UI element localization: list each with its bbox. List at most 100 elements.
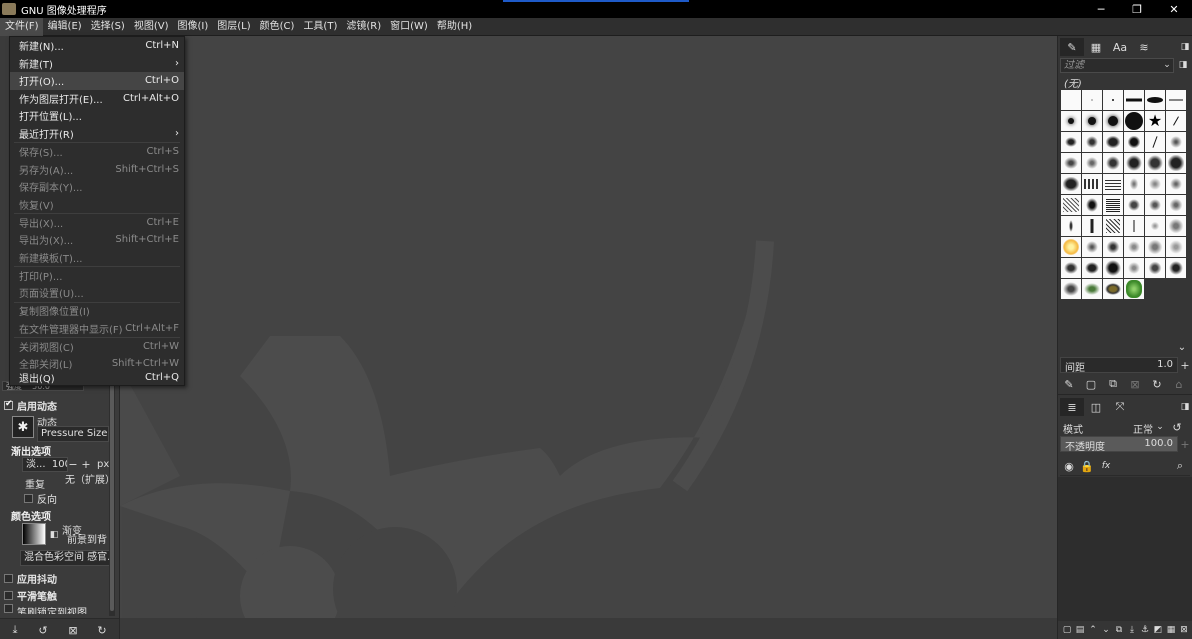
brush-thumb[interactable] xyxy=(1103,216,1123,236)
brush-thumb[interactable] xyxy=(1145,132,1165,152)
brush-thumb[interactable] xyxy=(1082,90,1102,110)
duplicate-brush-icon[interactable]: ⧉ xyxy=(1106,377,1120,391)
tool-options-scroll-thumb[interactable] xyxy=(110,381,114,611)
delete-layer-icon[interactable]: ⊠ xyxy=(1177,623,1191,637)
brush-thumb[interactable] xyxy=(1061,258,1081,278)
brush-thumb[interactable] xyxy=(1166,258,1186,278)
gradient-preview[interactable] xyxy=(22,523,46,545)
brush-thumb[interactable] xyxy=(1103,174,1123,194)
menu-item-print[interactable]: 打印(P)... xyxy=(10,267,184,285)
menu-layer[interactable]: 图层(L) xyxy=(212,18,254,36)
new-layer-icon[interactable]: ▢ xyxy=(1060,623,1074,637)
edit-brush-icon[interactable]: ✎ xyxy=(1062,377,1076,391)
chevron-down-icon[interactable]: ⌄ xyxy=(1175,340,1189,354)
brush-thumb[interactable] xyxy=(1103,132,1123,152)
menu-select[interactable]: 选择(S) xyxy=(86,18,129,36)
brush-thumb[interactable] xyxy=(1061,111,1081,131)
brush-thumb[interactable] xyxy=(1061,279,1081,299)
document-history-tab-icon[interactable]: ≋ xyxy=(1132,38,1156,56)
lock-icon[interactable]: 🔒 xyxy=(1080,459,1094,473)
brush-thumb[interactable] xyxy=(1082,153,1102,173)
brush-thumb[interactable] xyxy=(1103,237,1123,257)
repeat-select[interactable]: 无（扩展） xyxy=(62,474,110,490)
mode-reset-icon[interactable]: ↺ xyxy=(1170,420,1184,434)
brush-thumb[interactable] xyxy=(1124,90,1144,110)
maximize-button[interactable]: ❐ xyxy=(1119,0,1155,18)
brush-thumb[interactable] xyxy=(1061,195,1081,215)
brush-thumb[interactable] xyxy=(1124,195,1144,215)
brush-thumb[interactable] xyxy=(1082,132,1102,152)
brush-thumb[interactable] xyxy=(1082,279,1102,299)
new-layer-group-icon[interactable]: ▤ xyxy=(1073,623,1087,637)
layers-tab-icon[interactable]: ≣ xyxy=(1060,398,1084,416)
brush-thumb[interactable] xyxy=(1103,195,1123,215)
menu-file[interactable]: 文件(F) xyxy=(0,17,43,36)
gradient-select[interactable]: 前景到背 xyxy=(64,534,110,549)
minimize-button[interactable]: ─ xyxy=(1083,0,1119,18)
delete-icon[interactable]: ⊠ xyxy=(66,623,80,637)
apply-jitter-row[interactable]: 应用抖动 xyxy=(4,570,57,586)
brush-thumb[interactable] xyxy=(1145,237,1165,257)
gradient-reverse-icon[interactable]: ◧ xyxy=(47,528,61,542)
refresh-brushes-icon[interactable]: ↻ xyxy=(1150,377,1164,391)
menu-item-export[interactable]: 导出(X)... Ctrl+E xyxy=(10,214,184,232)
raise-layer-icon[interactable]: ⌃ xyxy=(1086,623,1100,637)
brush-thumb[interactable] xyxy=(1061,216,1081,236)
brush-thumb[interactable] xyxy=(1061,237,1081,257)
tag-icon[interactable]: ◨ xyxy=(1176,58,1190,72)
export-icon[interactable]: ⤓ xyxy=(8,623,22,637)
brush-thumb[interactable] xyxy=(1166,153,1186,173)
brush-thumb[interactable] xyxy=(1124,237,1144,257)
brush-thumb[interactable] xyxy=(1145,174,1165,194)
opacity-increase-icon[interactable]: + xyxy=(1178,437,1192,451)
menu-colors[interactable]: 颜色(C) xyxy=(255,18,299,36)
menu-item-new[interactable]: 新建(N)... Ctrl+N xyxy=(10,37,184,55)
alpha-icon[interactable]: ▦ xyxy=(1164,623,1178,637)
duplicate-layer-icon[interactable]: ⧉ xyxy=(1112,623,1126,637)
menu-item-open-recent[interactable]: 最近打开(R) › xyxy=(10,125,184,143)
brush-thumb[interactable] xyxy=(1166,237,1186,257)
close-button[interactable]: ✕ xyxy=(1156,0,1192,18)
opacity-slider[interactable]: 不透明度 100.0 xyxy=(1060,436,1178,453)
blend-space-select[interactable]: 混合色彩空间 感官... xyxy=(20,550,110,566)
fonts-tab-icon[interactable]: Aa xyxy=(1108,38,1132,56)
brush-thumb[interactable] xyxy=(1103,258,1123,278)
menu-item-show-in-file-manager[interactable]: 在文件管理器中显示(F) Ctrl+Alt+F xyxy=(10,320,184,338)
brush-thumb[interactable] xyxy=(1145,153,1165,173)
enable-dynamics-row[interactable]: 启用动态 xyxy=(4,397,57,413)
menu-help[interactable]: 帮助(H) xyxy=(432,18,476,36)
brush-thumb[interactable] xyxy=(1166,111,1186,131)
enable-dynamics-checkbox[interactable] xyxy=(4,399,13,410)
brush-thumb[interactable] xyxy=(1124,216,1144,236)
brush-thumb[interactable] xyxy=(1082,111,1102,131)
fx-icon[interactable]: fx xyxy=(1099,459,1113,473)
menu-item-create-template[interactable]: 新建模板(T)... xyxy=(10,249,184,267)
menu-item-save[interactable]: 保存(S)... Ctrl+S xyxy=(10,143,184,161)
brush-thumb[interactable] xyxy=(1166,132,1186,152)
filter-dropdown-icon[interactable]: ⌄ xyxy=(1160,58,1174,72)
open-brush-folder-icon[interactable]: ⌂ xyxy=(1172,377,1186,391)
mode-select[interactable]: 正常 xyxy=(1133,421,1153,436)
brush-thumb[interactable] xyxy=(1145,90,1165,110)
anchor-icon[interactable]: ⚓ xyxy=(1138,623,1152,637)
increase-icon[interactable]: + xyxy=(79,457,93,471)
lock-brush-checkbox[interactable] xyxy=(4,604,13,613)
brush-thumb[interactable] xyxy=(1103,153,1123,173)
spacing-increase-icon[interactable]: + xyxy=(1178,358,1192,372)
brush-thumb[interactable] xyxy=(1103,111,1123,131)
dock-menu-icon[interactable]: ◨ xyxy=(1178,40,1192,54)
menu-image[interactable]: 图像(I) xyxy=(173,18,213,36)
brush-thumb[interactable] xyxy=(1082,258,1102,278)
brush-thumb[interactable] xyxy=(1082,216,1102,236)
search-icon[interactable]: ⌕ xyxy=(1173,459,1187,473)
brush-thumb[interactable] xyxy=(1124,279,1144,299)
image-canvas[interactable] xyxy=(120,36,1057,639)
brush-thumb[interactable] xyxy=(1061,132,1081,152)
reverse-row[interactable]: 反向 xyxy=(24,490,57,506)
brush-thumb[interactable] xyxy=(1166,90,1186,110)
visibility-icon[interactable]: ◉ xyxy=(1062,459,1076,473)
menu-item-open[interactable]: 打开(O)... Ctrl+O xyxy=(10,72,184,90)
brush-thumb[interactable] xyxy=(1103,279,1123,299)
brush-thumb[interactable] xyxy=(1061,153,1081,173)
menu-view[interactable]: 视图(V) xyxy=(129,18,173,36)
